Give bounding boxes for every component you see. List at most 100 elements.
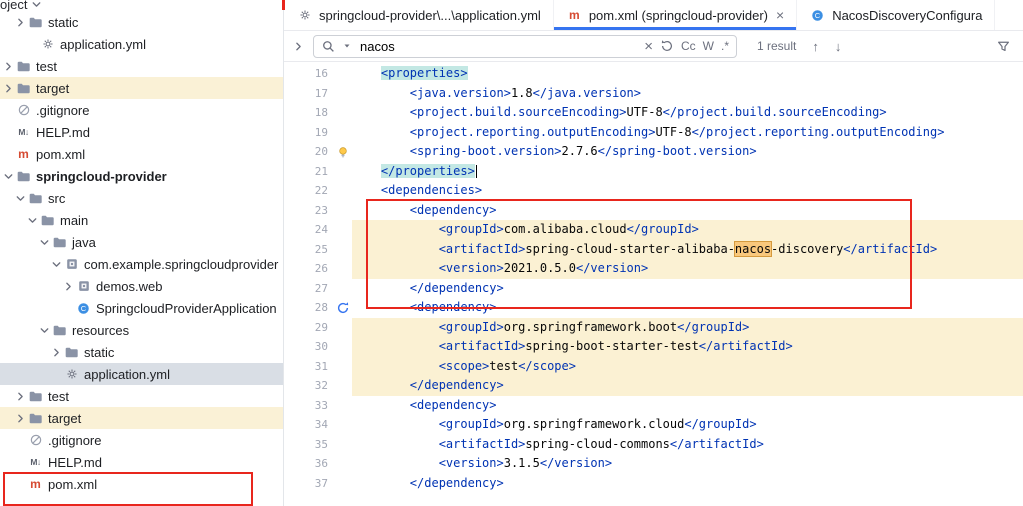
chevron-down-icon[interactable] — [38, 324, 51, 337]
chevron-right-icon[interactable] — [2, 60, 15, 73]
tree-item-target[interactable]: target — [0, 407, 283, 429]
chevron-down-icon[interactable] — [50, 258, 63, 271]
code-line-text[interactable]: <artifactId>spring-cloud-starter-alibaba… — [352, 239, 1023, 259]
line-number: 31 — [314, 359, 328, 373]
line-number: 33 — [314, 398, 328, 412]
chevron-down-icon[interactable] — [343, 42, 351, 50]
whole-words-toggle[interactable]: W — [703, 39, 714, 53]
code-line-text[interactable]: <scope>test</scope> — [352, 356, 1023, 376]
previous-match-button[interactable]: ↑ — [812, 39, 819, 54]
chevron-down-icon[interactable] — [14, 192, 27, 205]
xml-tag: </artifactId> — [843, 241, 938, 256]
tree-item-test[interactable]: test — [0, 55, 283, 77]
code-text-segment: 3.1.5 — [503, 456, 540, 470]
code-line-text[interactable]: <artifactId>spring-cloud-commons</artifa… — [352, 435, 1023, 455]
tree-item-gitignore[interactable]: .gitignore — [0, 99, 283, 121]
project-view-dropdown[interactable]: oject — [0, 0, 283, 12]
code-line-text[interactable]: </dependency> — [352, 474, 1023, 494]
tree-item-src[interactable]: src — [0, 187, 283, 209]
folder-icon — [27, 191, 44, 206]
tab-nacosdiscoveryconfigura[interactable]: C NacosDiscoveryConfigura — [797, 0, 996, 30]
tree-item-java[interactable]: java — [0, 231, 283, 253]
chevron-right-icon[interactable] — [62, 280, 75, 293]
tree-item-com-example-springcloudprovider[interactable]: com.example.springcloudprovider — [0, 253, 283, 275]
next-match-button[interactable]: ↓ — [835, 39, 842, 54]
chevron-down-icon[interactable] — [2, 170, 15, 183]
tree-item-help-md[interactable]: M↓ HELP.md — [0, 121, 283, 143]
tree-item-springcloud-provider[interactable]: springcloud-provider — [0, 165, 283, 187]
tab-pom-xml-springcloud-provider[interactable]: m pom.xml (springcloud-provider) × — [553, 0, 798, 30]
code-line-text[interactable]: <dependency> — [352, 201, 1023, 221]
markdown-icon: M↓ — [30, 456, 41, 467]
code-text-segment — [352, 144, 410, 158]
match-case-toggle[interactable]: Cc — [681, 39, 696, 53]
code-line-text[interactable]: <version>2021.0.5.0</version> — [352, 259, 1023, 279]
tree-item-application-yml[interactable]: application.yml — [0, 363, 283, 385]
line-number: 28 — [314, 301, 328, 314]
chevron-right-icon[interactable] — [2, 82, 15, 95]
code-line-text[interactable]: </dependency> — [352, 376, 1023, 396]
chevron-right-icon[interactable] — [50, 346, 63, 359]
xml-tag: <scope> — [438, 358, 490, 373]
line-number: 36 — [314, 457, 328, 470]
filter-icon[interactable] — [996, 39, 1011, 54]
search-input[interactable] — [358, 37, 638, 55]
refresh-icon[interactable] — [334, 301, 352, 315]
xml-tag: </spring-boot.version> — [597, 144, 757, 158]
svg-text:C: C — [81, 304, 87, 313]
tree-item-demos-web[interactable]: demos.web — [0, 275, 283, 297]
code-line-text[interactable]: <groupId>org.springframework.boot</group… — [352, 317, 1023, 337]
xml-tag: <groupId> — [438, 417, 504, 431]
code-line-text[interactable]: <version>3.1.5</version> — [352, 454, 1023, 474]
code-line-text[interactable]: <dependencies> — [352, 181, 1023, 201]
tree-item-main[interactable]: main — [0, 209, 283, 231]
tree-item-static[interactable]: static — [0, 11, 283, 33]
tree-item-gitignore[interactable]: .gitignore — [0, 429, 283, 451]
code-line-text[interactable]: <dependency> — [352, 396, 1023, 416]
code-line-19: 19 <project.reporting.outputEncoding>UTF… — [284, 123, 1023, 143]
chevron-down-icon[interactable] — [26, 214, 39, 227]
tab-springcloud-provider-application-yml[interactable]: springcloud-provider\...\application.yml — [284, 0, 554, 30]
xml-tag: </project.build.sourceEncoding> — [662, 105, 887, 119]
tree-item-application-yml[interactable]: application.yml — [0, 33, 283, 55]
tree-item-test[interactable]: test — [0, 385, 283, 407]
xml-tag: <properties> — [380, 66, 468, 80]
tree-item-target[interactable]: target — [0, 77, 283, 99]
xml-tag: <groupId> — [438, 319, 504, 334]
code-line-text[interactable]: <groupId>org.springframework.cloud</grou… — [352, 415, 1023, 435]
code-editor[interactable]: 16 <properties> 17 <java.version>1.8</jav… — [284, 62, 1023, 506]
code-line-text[interactable]: <project.reporting.outputEncoding>UTF-8<… — [352, 123, 1023, 143]
maven-icon: m — [18, 147, 29, 161]
regex-toggle[interactable]: .* — [721, 39, 729, 53]
bulb-icon[interactable] — [334, 145, 352, 159]
code-line-text[interactable]: <groupId>com.alibaba.cloud</groupId> — [352, 220, 1023, 240]
line-number: 25 — [314, 242, 328, 256]
code-line-text[interactable]: <java.version>1.8</java.version> — [352, 84, 1023, 104]
clear-search-icon[interactable]: × — [644, 39, 653, 54]
tree-item-pom-xml[interactable]: m pom.xml — [0, 473, 283, 495]
code-line-text[interactable]: </properties> — [352, 162, 1023, 182]
expand-search-chevron-icon[interactable] — [292, 40, 305, 53]
tree-item-springcloudproviderapplication[interactable]: C SpringcloudProviderApplication — [0, 297, 283, 319]
search-history-icon[interactable] — [660, 39, 674, 53]
chevron-right-icon[interactable] — [14, 412, 27, 425]
tree-item-resources[interactable]: resources — [0, 319, 283, 341]
chevron-right-icon[interactable] — [14, 16, 27, 29]
editor-tab-bar: springcloud-provider\...\application.yml… — [284, 0, 1023, 31]
class-icon: C — [75, 301, 92, 316]
tree-item-help-md[interactable]: M↓ HELP.md — [0, 451, 283, 473]
chevron-down-icon[interactable] — [38, 236, 51, 249]
code-line-text[interactable]: </dependency> — [352, 279, 1023, 299]
tree-item-pom-xml[interactable]: m pom.xml — [0, 143, 283, 165]
close-icon[interactable]: × — [776, 8, 784, 22]
code-line-29: 29 <groupId>org.springframework.boot</gr… — [284, 317, 1023, 337]
code-line-text[interactable]: <spring-boot.version>2.7.6</spring-boot.… — [352, 142, 1023, 162]
tree-item-static[interactable]: static — [0, 341, 283, 363]
code-line-text[interactable]: <artifactId>spring-boot-starter-test</ar… — [352, 337, 1023, 357]
code-line-text[interactable]: <project.build.sourceEncoding>UTF-8</pro… — [352, 103, 1023, 123]
search-field[interactable]: × Cc W .* — [313, 34, 737, 58]
chevron-right-icon[interactable] — [14, 390, 27, 403]
code-line-text[interactable]: <properties> — [352, 64, 1023, 84]
code-line-22: 22 <dependencies> — [284, 181, 1023, 201]
code-line-text[interactable]: <dependency> — [352, 298, 1023, 318]
